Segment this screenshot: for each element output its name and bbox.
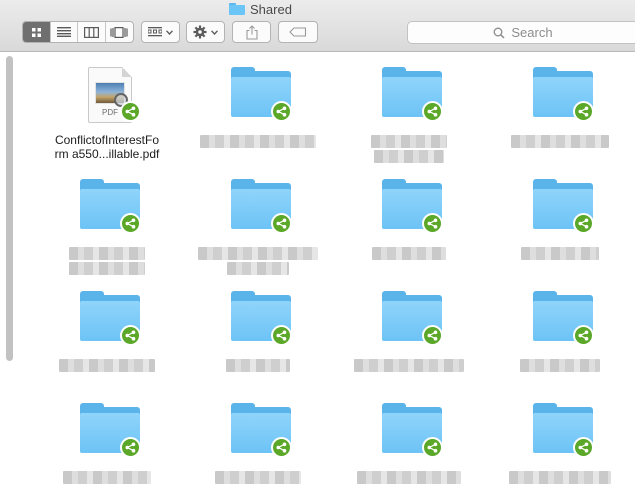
folder-icon bbox=[380, 403, 446, 461]
folder-icon bbox=[229, 291, 295, 349]
arrange-button[interactable] bbox=[141, 21, 180, 43]
finder-toolbar: Shared Search bbox=[0, 0, 635, 52]
folder-icon bbox=[531, 403, 597, 461]
redacted-file-name bbox=[32, 245, 182, 275]
gear-icon bbox=[193, 25, 207, 39]
shared-badge-icon bbox=[422, 213, 443, 234]
chevron-down-icon bbox=[211, 29, 218, 35]
search-field[interactable]: Search bbox=[407, 21, 635, 44]
shared-badge-icon bbox=[422, 101, 443, 122]
folder-icon bbox=[380, 179, 446, 237]
tag-icon bbox=[289, 27, 307, 37]
folder-item[interactable] bbox=[32, 167, 182, 277]
folder-item[interactable] bbox=[334, 391, 484, 501]
shared-badge-icon bbox=[271, 437, 292, 458]
pdf-file-icon: PDF bbox=[78, 67, 144, 125]
shared-badge-icon bbox=[271, 213, 292, 234]
folder-icon bbox=[78, 291, 144, 349]
folder-icon bbox=[229, 403, 295, 461]
folder-item[interactable] bbox=[485, 279, 635, 389]
shared-badge-icon bbox=[573, 325, 594, 346]
redacted-file-name bbox=[32, 469, 182, 484]
folder-icon bbox=[380, 291, 446, 349]
folder-icon bbox=[531, 291, 597, 349]
shared-badge-icon bbox=[422, 437, 443, 458]
file-name-line-2: rm a550...illable.pdf bbox=[54, 147, 160, 161]
redacted-file-name bbox=[334, 245, 484, 260]
shared-badge-icon bbox=[120, 213, 141, 234]
file-icon-grid: PDF ConflictofInterestFo rm a550...illab… bbox=[0, 52, 635, 504]
redacted-file-name bbox=[485, 357, 635, 372]
shared-badge-icon bbox=[120, 437, 141, 458]
column-view-button[interactable] bbox=[78, 22, 106, 42]
shared-badge-icon bbox=[573, 101, 594, 122]
arrange-grid-icon bbox=[148, 27, 162, 37]
redacted-file-name bbox=[485, 133, 635, 148]
redacted-file-name bbox=[183, 469, 333, 484]
shared-badge-icon bbox=[271, 325, 292, 346]
list-icon bbox=[56, 27, 71, 37]
folder-item[interactable] bbox=[183, 55, 333, 165]
window-title-text: Shared bbox=[250, 1, 292, 17]
folder-icon bbox=[229, 67, 295, 125]
shared-badge-icon bbox=[120, 101, 141, 122]
folder-item[interactable] bbox=[334, 167, 484, 277]
redacted-file-name bbox=[485, 245, 635, 260]
redacted-file-name bbox=[334, 469, 484, 484]
search-placeholder: Search bbox=[511, 25, 553, 40]
folder-icon bbox=[380, 67, 446, 125]
redacted-file-name bbox=[183, 357, 333, 372]
window-title: Shared bbox=[229, 1, 292, 17]
shared-badge-icon bbox=[271, 101, 292, 122]
folder-item[interactable] bbox=[183, 167, 333, 277]
redacted-file-name bbox=[334, 133, 484, 163]
folder-item[interactable] bbox=[334, 279, 484, 389]
folder-icon bbox=[78, 403, 144, 461]
shared-badge-icon bbox=[120, 325, 141, 346]
folder-item[interactable] bbox=[485, 391, 635, 501]
icon-view-button[interactable] bbox=[23, 22, 51, 42]
folder-icon bbox=[229, 3, 245, 15]
folder-icon bbox=[531, 179, 597, 237]
folder-icon bbox=[78, 179, 144, 237]
folder-icon bbox=[229, 179, 295, 237]
share-icon bbox=[245, 24, 258, 40]
view-mode-segmented-control bbox=[22, 21, 134, 43]
redacted-file-name bbox=[183, 245, 333, 275]
folder-item[interactable] bbox=[485, 55, 635, 165]
file-name-line-1: ConflictofInterestFo bbox=[54, 133, 160, 147]
folder-item[interactable] bbox=[334, 55, 484, 165]
action-button[interactable] bbox=[186, 21, 225, 43]
redacted-file-name bbox=[334, 357, 484, 372]
file-name-label: ConflictofInterestFo rm a550...illable.p… bbox=[32, 133, 182, 161]
shared-badge-icon bbox=[422, 325, 443, 346]
folder-item[interactable] bbox=[485, 167, 635, 277]
edit-tags-button[interactable] bbox=[278, 21, 318, 43]
folder-item[interactable] bbox=[32, 279, 182, 389]
folder-item[interactable] bbox=[32, 391, 182, 501]
folder-item[interactable] bbox=[183, 391, 333, 501]
folder-item[interactable] bbox=[183, 279, 333, 389]
redacted-file-name bbox=[485, 469, 635, 484]
list-view-button[interactable] bbox=[51, 22, 78, 42]
cover-flow-icon bbox=[110, 26, 128, 38]
shared-badge-icon bbox=[573, 437, 594, 458]
redacted-file-name bbox=[32, 357, 182, 372]
folder-icon bbox=[531, 67, 597, 125]
columns-icon bbox=[83, 26, 99, 38]
icon-grid-icon bbox=[31, 27, 41, 37]
gallery-view-button[interactable] bbox=[106, 22, 133, 42]
share-button[interactable] bbox=[232, 21, 271, 43]
redacted-file-name bbox=[183, 133, 333, 148]
search-icon bbox=[493, 27, 505, 39]
file-item-pdf[interactable]: PDF ConflictofInterestFo rm a550...illab… bbox=[32, 55, 182, 165]
chevron-down-icon bbox=[166, 29, 173, 35]
shared-badge-icon bbox=[573, 213, 594, 234]
